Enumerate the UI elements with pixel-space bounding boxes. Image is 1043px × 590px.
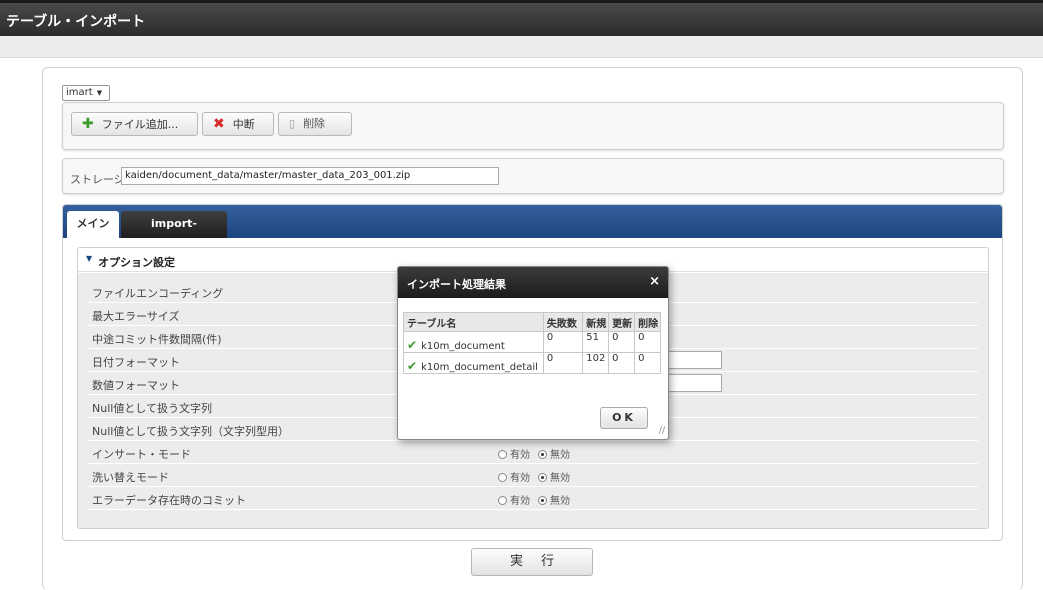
run-button[interactable]: 実行 — [471, 548, 593, 576]
import-result-dialog: インポート処理結果 × テーブル名 失敗数 新規 更新 削除 ✔ k10m_doc… — [397, 266, 669, 440]
check-icon: ✔ — [407, 338, 418, 352]
storage-panel: ストレージ kaiden/document_data/master/master… — [62, 158, 1004, 194]
radio-disabled-label: 無効 — [550, 450, 570, 461]
storage-path-field[interactable]: kaiden/document_data/master/master_data_… — [121, 167, 499, 185]
commit-on-error-radio-group: 有効 無効 — [498, 492, 570, 507]
deleted-cell: 0 — [634, 352, 661, 374]
delete-button[interactable]: ▯ 削除 — [278, 112, 352, 136]
check-icon: ✔ — [407, 359, 418, 373]
cross-icon: ✖ — [213, 116, 225, 132]
option-label: 洗い替えモード — [92, 471, 169, 484]
sub-header-bar — [0, 36, 1043, 58]
table-name: k10m_document — [421, 341, 505, 352]
failed-cell: 0 — [542, 352, 584, 374]
options-heading: オプション設定 — [98, 256, 175, 269]
result-table-header: テーブル名 失敗数 新規 更新 削除 — [403, 312, 661, 332]
column-header: 新規 — [582, 312, 610, 332]
option-label: 日付フォーマット — [92, 356, 180, 369]
new-cell: 102 — [582, 352, 610, 374]
option-label: 数値フォーマット — [92, 379, 180, 392]
add-file-label: ファイル追加... — [101, 118, 179, 131]
ok-button[interactable]: OK — [600, 407, 648, 429]
radio-disabled-label: 無効 — [550, 496, 570, 507]
result-table: テーブル名 失敗数 新規 更新 削除 ✔ k10m_document 0 51 0… — [403, 312, 661, 374]
tab-main[interactable]: メイン — [67, 211, 119, 238]
dropdown-arrow-icon: ▼ — [96, 89, 103, 97]
table-name-cell: ✔ k10m_document — [403, 331, 544, 353]
dialog-title: インポート処理結果 — [407, 278, 506, 291]
option-row-commit-on-error: エラーデータ存在時のコミット 有効 無効 — [88, 487, 978, 510]
column-header: 削除 — [634, 312, 661, 332]
resize-grip-icon[interactable]: // — [659, 426, 665, 436]
storage-label: ストレージ — [70, 173, 125, 186]
delete-label: 削除 — [303, 117, 326, 130]
radio-enabled-label: 有効 — [510, 450, 530, 461]
file-toolbar: ✚ ファイル追加... ✖ 中断 ▯ 削除 — [62, 102, 1004, 150]
updated-cell: 0 — [608, 352, 636, 374]
option-label: Null値として扱う文字列 — [92, 402, 212, 415]
insert-mode-radio-group: 有効 無効 — [498, 446, 570, 461]
new-cell: 51 — [582, 331, 610, 353]
page-title: テーブル・インポート — [6, 14, 146, 30]
tab-bar: メイン import-option.xml — [63, 205, 1002, 256]
deleted-cell: 0 — [634, 331, 661, 353]
close-icon[interactable]: × — [649, 274, 660, 289]
radio-enabled[interactable] — [498, 450, 507, 459]
company-select-value: imart — [66, 87, 93, 98]
table-name-cell: ✔ k10m_document_detail — [403, 352, 544, 374]
radio-disabled[interactable] — [538, 450, 547, 459]
stop-label: 中断 — [232, 118, 255, 131]
option-label: 最大エラーサイズ — [92, 310, 180, 323]
company-select[interactable]: imart ▼ — [62, 85, 110, 101]
column-header: テーブル名 — [403, 312, 544, 332]
radio-enabled-label: 有効 — [510, 496, 530, 507]
trash-icon: ▯ — [289, 117, 296, 130]
option-label: 中途コミット件数間隔(件) — [92, 333, 222, 346]
option-label: Null値として扱う文字列（文字列型用） — [92, 425, 289, 438]
radio-disabled[interactable] — [538, 473, 547, 482]
option-row-replace-mode: 洗い替えモード 有効 無効 — [88, 464, 978, 487]
title-bar: テーブル・インポート — [0, 0, 1043, 36]
option-label: ファイルエンコーディング — [92, 287, 224, 300]
column-header: 更新 — [608, 312, 636, 332]
option-label: インサート・モード — [92, 448, 191, 461]
column-header: 失敗数 — [542, 312, 584, 332]
radio-disabled[interactable] — [538, 496, 547, 505]
add-file-button[interactable]: ✚ ファイル追加... — [71, 112, 198, 136]
stop-button[interactable]: ✖ 中断 — [202, 112, 274, 136]
option-label: エラーデータ存在時のコミット — [92, 494, 246, 507]
collapse-caret-icon: ▼ — [86, 254, 93, 263]
updated-cell: 0 — [608, 331, 636, 353]
table-row: ✔ k10m_document_detail 0 102 0 0 — [403, 352, 661, 374]
option-row-insert-mode: インサート・モード 有効 無効 — [88, 441, 978, 464]
table-row: ✔ k10m_document 0 51 0 0 — [403, 331, 661, 353]
radio-enabled[interactable] — [498, 473, 507, 482]
tab-import-option-xml[interactable]: import-option.xml — [121, 211, 227, 256]
plus-icon: ✚ — [82, 116, 94, 132]
failed-cell: 0 — [542, 331, 584, 353]
dialog-header: インポート処理結果 × — [398, 267, 668, 298]
radio-enabled-label: 有効 — [510, 473, 530, 484]
table-name: k10m_document_detail — [421, 362, 538, 373]
radio-enabled[interactable] — [498, 496, 507, 505]
replace-mode-radio-group: 有効 無効 — [498, 469, 570, 484]
radio-disabled-label: 無効 — [550, 473, 570, 484]
